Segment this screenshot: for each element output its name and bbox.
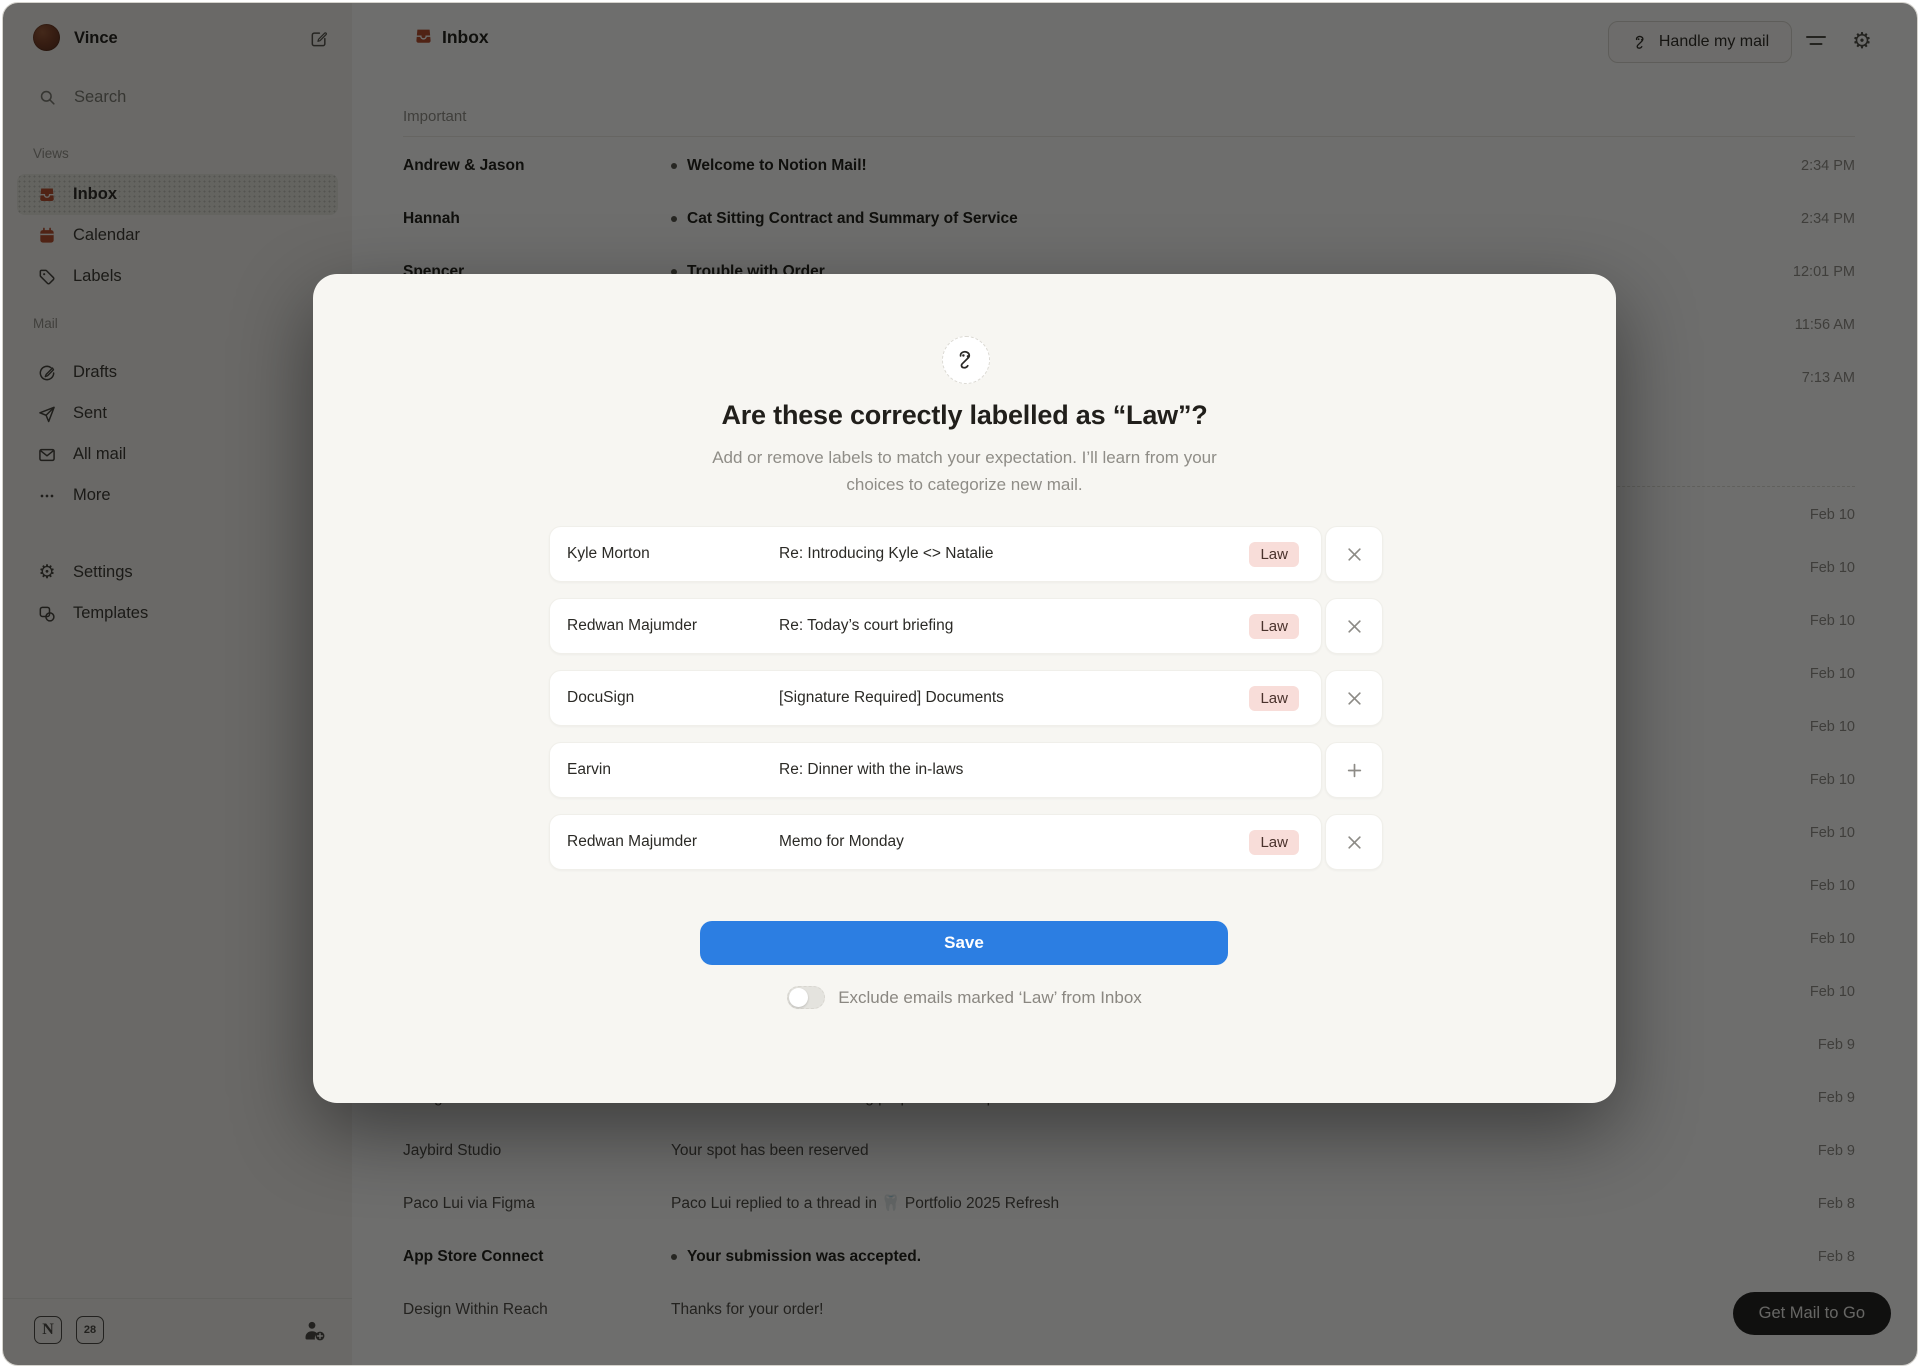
modal-email-row: DocuSign [Signature Required] Documents … — [549, 670, 1383, 726]
save-button[interactable]: Save — [700, 921, 1228, 965]
modal-email-row: Redwan Majumder Re: Today’s court briefi… — [549, 598, 1383, 654]
email-sender: DocuSign — [567, 689, 779, 707]
label-pill[interactable]: Law — [1249, 686, 1299, 711]
close-icon — [1346, 834, 1363, 851]
modal-email-card[interactable]: Kyle Morton Re: Introducing Kyle <> Nata… — [549, 526, 1322, 582]
email-subject: [Signature Required] Documents — [779, 689, 1249, 707]
label-pill[interactable]: Law — [1249, 542, 1299, 567]
close-icon — [1346, 690, 1363, 707]
close-icon — [1346, 546, 1363, 563]
exclude-toggle-row: Exclude emails marked ‘Law’ from Inbox — [313, 986, 1616, 1009]
email-sender: Kyle Morton — [567, 545, 779, 563]
email-sender: Redwan Majumder — [567, 833, 779, 851]
email-subject: Re: Dinner with the in-laws — [779, 761, 1321, 779]
remove-label-button[interactable] — [1325, 526, 1383, 582]
email-subject: Memo for Monday — [779, 833, 1249, 851]
label-pill[interactable]: Law — [1249, 830, 1299, 855]
remove-label-button[interactable] — [1325, 598, 1383, 654]
email-sender: Earvin — [567, 761, 779, 779]
app-window: Vince Search Views Inbox — [2, 2, 1918, 1366]
toggle-knob — [789, 988, 808, 1007]
exclude-toggle-label: Exclude emails marked ‘Law’ from Inbox — [838, 988, 1142, 1008]
dialog-subtitle: Add or remove labels to match your expec… — [705, 444, 1225, 498]
modal-email-row: Earvin Re: Dinner with the in-laws — [549, 742, 1383, 798]
modal-email-row: Redwan Majumder Memo for Monday Law — [549, 814, 1383, 870]
remove-label-button[interactable] — [1325, 670, 1383, 726]
email-subject: Re: Introducing Kyle <> Natalie — [779, 545, 1249, 563]
modal-email-card[interactable]: Redwan Majumder Memo for Monday Law — [549, 814, 1322, 870]
close-icon — [1346, 618, 1363, 635]
dialog-title: Are these correctly labelled as “Law”? — [313, 400, 1616, 431]
modal-email-card[interactable]: Earvin Re: Dinner with the in-laws — [549, 742, 1322, 798]
remove-label-button[interactable] — [1325, 814, 1383, 870]
exclude-toggle[interactable] — [787, 986, 825, 1009]
modal-email-row: Kyle Morton Re: Introducing Kyle <> Nata… — [549, 526, 1383, 582]
modal-email-card[interactable]: Redwan Majumder Re: Today’s court briefi… — [549, 598, 1322, 654]
plus-icon — [1346, 762, 1363, 779]
email-sender: Redwan Majumder — [567, 617, 779, 635]
modal-email-card[interactable]: DocuSign [Signature Required] Documents … — [549, 670, 1322, 726]
label-confirmation-dialog: Are these correctly labelled as “Law”? A… — [313, 274, 1616, 1103]
add-label-button[interactable] — [1325, 742, 1383, 798]
handle-my-mail-badge — [942, 336, 990, 384]
label-pill[interactable]: Law — [1249, 614, 1299, 639]
email-subject: Re: Today’s court briefing — [779, 617, 1249, 635]
